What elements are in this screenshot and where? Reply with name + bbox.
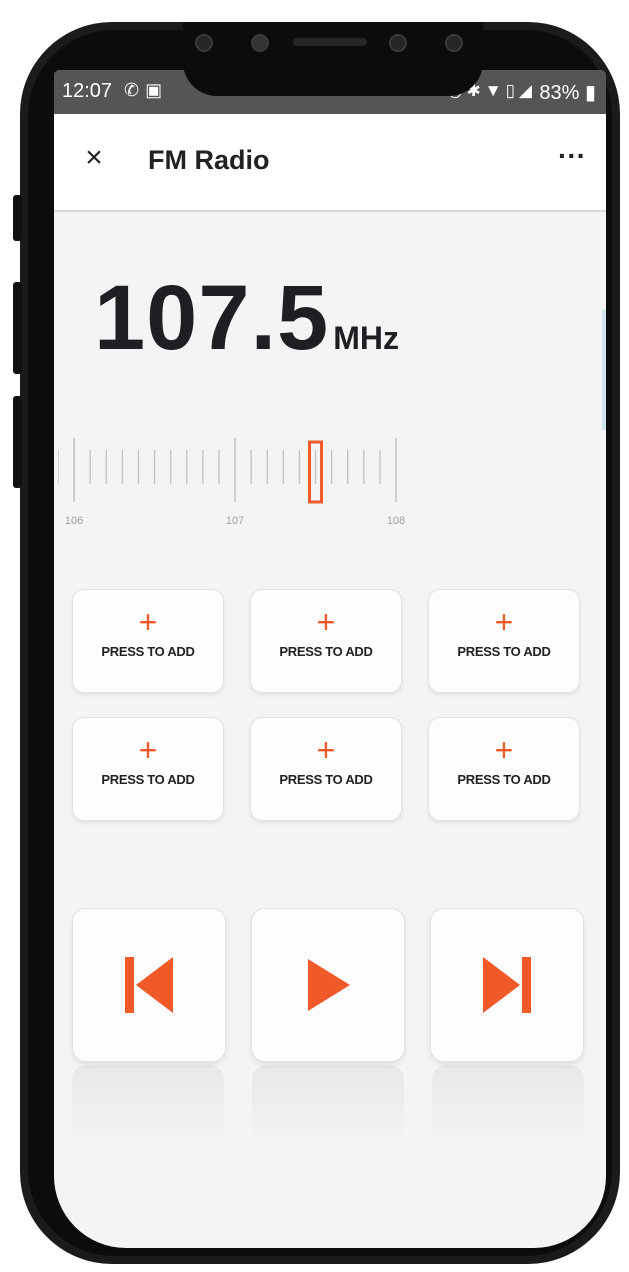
preset-button[interactable]: + PRESS TO ADD bbox=[428, 589, 580, 693]
more-options-button[interactable]: ··· bbox=[550, 138, 594, 178]
whatsapp-icon: ✆ bbox=[124, 80, 146, 100]
side-button bbox=[13, 195, 22, 241]
previous-station-button[interactable] bbox=[72, 908, 226, 1062]
preset-button[interactable]: + PRESS TO ADD bbox=[428, 717, 580, 821]
tuner-label: 106 bbox=[65, 515, 83, 527]
sensor-dot bbox=[389, 34, 407, 52]
controls-reflection bbox=[72, 1065, 584, 1145]
preset-button[interactable]: + PRESS TO ADD bbox=[250, 717, 402, 821]
preset-button[interactable]: + PRESS TO ADD bbox=[72, 589, 224, 693]
page-title: FM Radio bbox=[148, 145, 270, 175]
tuner-dial[interactable]: 106 107 108 bbox=[58, 428, 438, 538]
preset-grid: + PRESS TO ADD + PRESS TO ADD + PRESS TO ADD +… bbox=[72, 589, 584, 821]
play-icon bbox=[308, 959, 350, 1011]
volume-down-button bbox=[13, 396, 22, 488]
add-preset-icon: + bbox=[316, 732, 336, 768]
screen: 12:07 ✆▣ ◷✱▼▯◢ 83% ▮ × FM Radio ··· 107.… bbox=[54, 70, 606, 1248]
preset-label: PRESS TO ADD bbox=[279, 772, 373, 787]
preset-label: PRESS TO ADD bbox=[101, 772, 195, 787]
status-left-icons: ✆▣ bbox=[124, 80, 168, 101]
sensor-dot bbox=[195, 34, 213, 52]
preset-button[interactable]: + PRESS TO ADD bbox=[72, 717, 224, 821]
battery-icon: ▮ bbox=[584, 82, 596, 104]
preset-label: PRESS TO ADD bbox=[457, 772, 551, 787]
playback-controls bbox=[72, 908, 584, 1062]
status-time: 12:07 bbox=[62, 80, 113, 102]
tuner-label: 107 bbox=[226, 515, 244, 527]
image-icon: ▣ bbox=[145, 80, 169, 100]
skip-previous-icon bbox=[125, 957, 173, 1013]
preset-label: PRESS TO ADD bbox=[279, 644, 373, 659]
tuner-label: 108 bbox=[387, 515, 405, 527]
frequency-value: 107.5 bbox=[94, 267, 330, 369]
no-sim-icon: ▯ bbox=[505, 81, 519, 100]
next-station-button[interactable] bbox=[430, 908, 584, 1062]
frequency-unit: MHz bbox=[333, 320, 399, 356]
frequency-display: 107.5 MHz bbox=[94, 266, 399, 371]
volume-up-button bbox=[13, 282, 22, 374]
preset-label: PRESS TO ADD bbox=[457, 644, 551, 659]
battery-percent: 83% bbox=[539, 82, 580, 104]
play-button[interactable] bbox=[251, 908, 405, 1062]
add-preset-icon: + bbox=[316, 604, 336, 640]
close-button[interactable]: × bbox=[74, 138, 114, 178]
front-camera bbox=[251, 34, 269, 52]
add-preset-icon: + bbox=[494, 604, 514, 640]
preset-button[interactable]: + PRESS TO ADD bbox=[250, 589, 402, 693]
camera-notch bbox=[183, 22, 483, 96]
add-preset-icon: + bbox=[494, 732, 514, 768]
skip-next-icon bbox=[483, 957, 531, 1013]
add-preset-icon: + bbox=[138, 604, 158, 640]
preset-label: PRESS TO ADD bbox=[101, 644, 195, 659]
signal-icon: ◢ bbox=[518, 81, 536, 100]
wifi-icon: ▼ bbox=[484, 81, 506, 100]
add-preset-icon: + bbox=[138, 732, 158, 768]
sensor-dot bbox=[445, 34, 463, 52]
app-bar: × FM Radio ··· bbox=[54, 114, 606, 212]
earpiece-speaker bbox=[293, 38, 367, 46]
battery-status: 83% ▮ bbox=[539, 80, 596, 105]
scrollbar[interactable] bbox=[602, 310, 606, 430]
